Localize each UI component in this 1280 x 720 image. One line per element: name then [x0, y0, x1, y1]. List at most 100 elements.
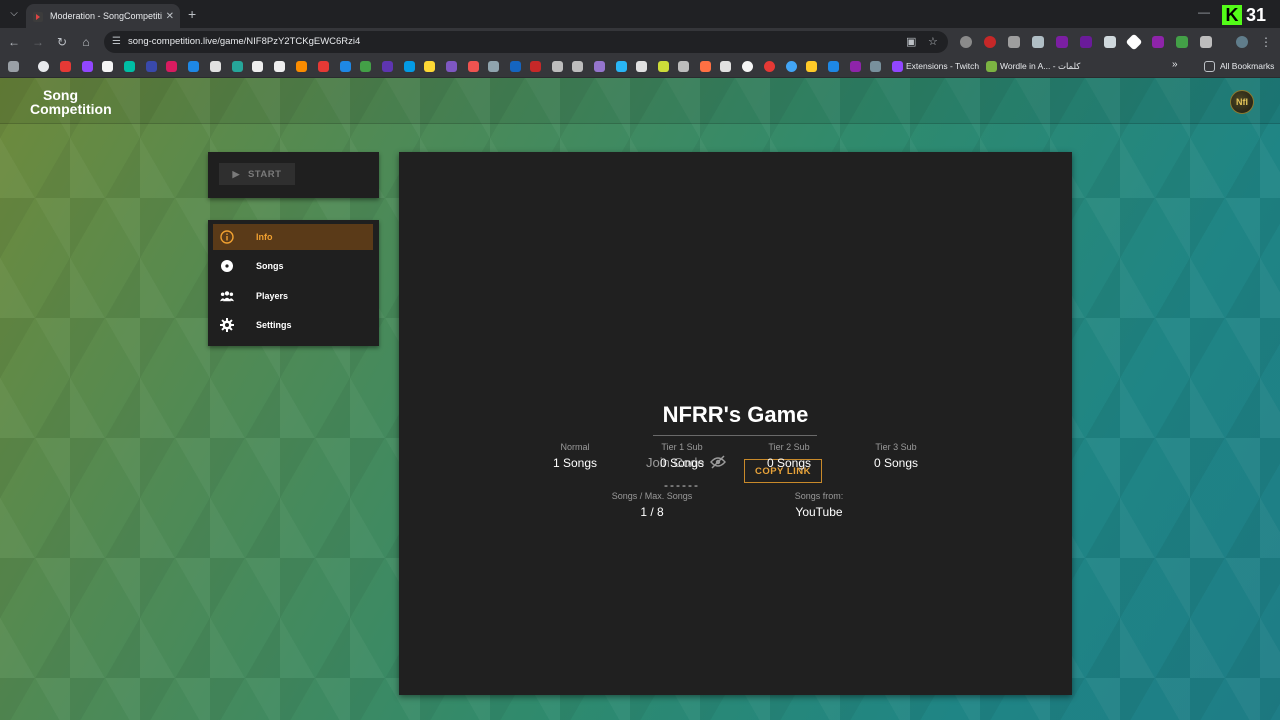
bookmark-icon[interactable]	[38, 61, 49, 72]
forward-icon[interactable]: →	[30, 34, 46, 50]
stat-value: YouTube	[795, 505, 843, 519]
play-icon: ▶	[232, 168, 240, 179]
bookmark-icon[interactable]	[210, 61, 221, 72]
kick-logo-icon: K	[1222, 5, 1242, 25]
info-icon	[220, 230, 234, 244]
bookmark-icon[interactable]	[446, 61, 457, 72]
stat-label: Songs from:	[794, 491, 844, 501]
bookmark-icon[interactable]	[720, 61, 731, 72]
bookmark-icon[interactable]	[678, 61, 689, 72]
bookmark-icon[interactable]	[424, 61, 435, 72]
stat-tier3: Tier 3 Sub 0 Songs	[846, 442, 946, 470]
bookmark-icon[interactable]	[468, 61, 479, 72]
twitch-icon[interactable]	[892, 61, 903, 72]
more-bookmarks-icon[interactable]: »	[1172, 59, 1178, 70]
extension-icon[interactable]	[1125, 33, 1143, 51]
minimize-icon[interactable]: —	[1198, 5, 1210, 19]
bookmark-icon[interactable]	[742, 61, 753, 72]
bookmark-icon[interactable]	[252, 61, 263, 72]
bookmark-icon[interactable]	[166, 61, 177, 72]
tab-title: Moderation - SongCompetition	[50, 11, 162, 21]
url-text[interactable]: song-competition.live/game/NIF8PzY2TCKgE…	[128, 36, 360, 47]
menu-dots-icon[interactable]: ⋮	[1258, 34, 1274, 50]
game-info-panel: NFRR's Game Join Code ------ COPY LINK N…	[399, 152, 1072, 695]
bookmark-icon[interactable]	[616, 61, 627, 72]
bookmark-icon[interactable]	[232, 61, 243, 72]
bookmark-icon[interactable]	[594, 61, 605, 72]
reload-icon[interactable]: ↻	[54, 34, 70, 50]
bookmark-icon[interactable]	[124, 61, 135, 72]
bookmark-icon[interactable]	[102, 61, 113, 72]
wordle-icon[interactable]	[986, 61, 997, 72]
bookmark-icon[interactable]	[360, 61, 371, 72]
install-app-icon[interactable]: ▣	[906, 35, 916, 48]
tab-close-icon[interactable]: ✕	[166, 11, 174, 22]
stat-label: Songs / Max. Songs	[611, 491, 693, 501]
menu-item-info[interactable]: Info	[213, 224, 373, 250]
bookmark-icon[interactable]	[340, 61, 351, 72]
stat-value: 1 / 8	[640, 505, 664, 519]
bookmark-icon[interactable]	[572, 61, 583, 72]
mute-icon[interactable]	[1104, 36, 1116, 48]
bookmark-wordle[interactable]: Wordle in A... - كلمات	[1000, 61, 1080, 72]
home-icon[interactable]: ⌂	[78, 34, 94, 50]
bookmark-icon[interactable]	[274, 61, 285, 72]
menu-item-label: Players	[256, 290, 289, 301]
all-bookmarks[interactable]: All Bookmarks	[1220, 61, 1274, 71]
logo-line-1: Song	[43, 87, 78, 103]
bookmark-icon[interactable]	[404, 61, 415, 72]
bookmark-icon[interactable]	[188, 61, 199, 72]
new-tab-icon[interactable]: +	[188, 6, 196, 22]
bookmark-icon[interactable]	[82, 61, 93, 72]
extension-icon[interactable]	[1056, 36, 1068, 48]
title-divider	[653, 435, 817, 436]
menu-item-players[interactable]: Players	[213, 283, 373, 309]
browser-tab[interactable]: Moderation - SongCompetition ✕	[26, 4, 180, 28]
back-icon[interactable]: ←	[6, 34, 22, 50]
bookmark-icon[interactable]	[870, 61, 881, 72]
tab-search-icon[interactable]: ⌵	[6, 6, 22, 22]
bookmark-extensions-twitch[interactable]: Extensions - Twitch	[906, 61, 979, 71]
bookmark-star-icon[interactable]: ☆	[928, 35, 938, 48]
avatar[interactable]: NfI	[1230, 90, 1254, 114]
stat-value: 0 Songs	[659, 456, 705, 470]
bookmark-icon[interactable]	[318, 61, 329, 72]
stat-normal: Normal 1 Songs	[525, 442, 625, 470]
bookmark-icon[interactable]	[828, 61, 839, 72]
start-button[interactable]: ▶ START	[219, 163, 295, 185]
extension-icon[interactable]	[1176, 36, 1188, 48]
bookmark-icon[interactable]	[786, 61, 797, 72]
extension-icon[interactable]	[1008, 36, 1020, 48]
bookmark-icon[interactable]	[636, 61, 647, 72]
extension-icon[interactable]	[1152, 36, 1164, 48]
bookmark-icon[interactable]	[382, 61, 393, 72]
bookmark-icon[interactable]	[510, 61, 521, 72]
bookmark-icon[interactable]	[850, 61, 861, 72]
apps-grid-icon[interactable]	[8, 61, 19, 72]
extension-icon[interactable]	[1032, 36, 1044, 48]
site-info-icon[interactable]: ☰	[112, 36, 121, 47]
profile-icon[interactable]	[1236, 36, 1248, 48]
menu-item-settings[interactable]: Settings	[213, 312, 373, 338]
bookmark-icon[interactable]	[700, 61, 711, 72]
bookmark-icon[interactable]	[658, 61, 669, 72]
bookmark-icon[interactable]	[488, 61, 499, 72]
extension-icon[interactable]	[960, 36, 972, 48]
bookmark-icon[interactable]	[296, 61, 307, 72]
bookmark-icon[interactable]	[530, 61, 541, 72]
extension-icon[interactable]	[1080, 36, 1092, 48]
page-content: Song Competition NfI ▶ START Info Songs	[0, 78, 1280, 720]
bookmark-icon[interactable]	[552, 61, 563, 72]
site-logo[interactable]: Song Competition	[30, 88, 112, 116]
address-bar[interactable]: ☰ song-competition.live/game/NIF8PzY2TCK…	[104, 31, 948, 53]
menu-item-songs[interactable]: Songs	[213, 253, 373, 279]
stat-songs-from: Songs from: YouTube	[769, 491, 869, 519]
extensions-puzzle-icon[interactable]	[1200, 36, 1212, 48]
extension-icon[interactable]	[984, 36, 996, 48]
bookmark-icon[interactable]	[146, 61, 157, 72]
bookmark-icon[interactable]	[764, 61, 775, 72]
bookmark-icon[interactable]	[806, 61, 817, 72]
bookmark-icon[interactable]	[60, 61, 71, 72]
stat-value: 1 Songs	[552, 456, 598, 470]
badge-number: 31	[1246, 4, 1267, 25]
